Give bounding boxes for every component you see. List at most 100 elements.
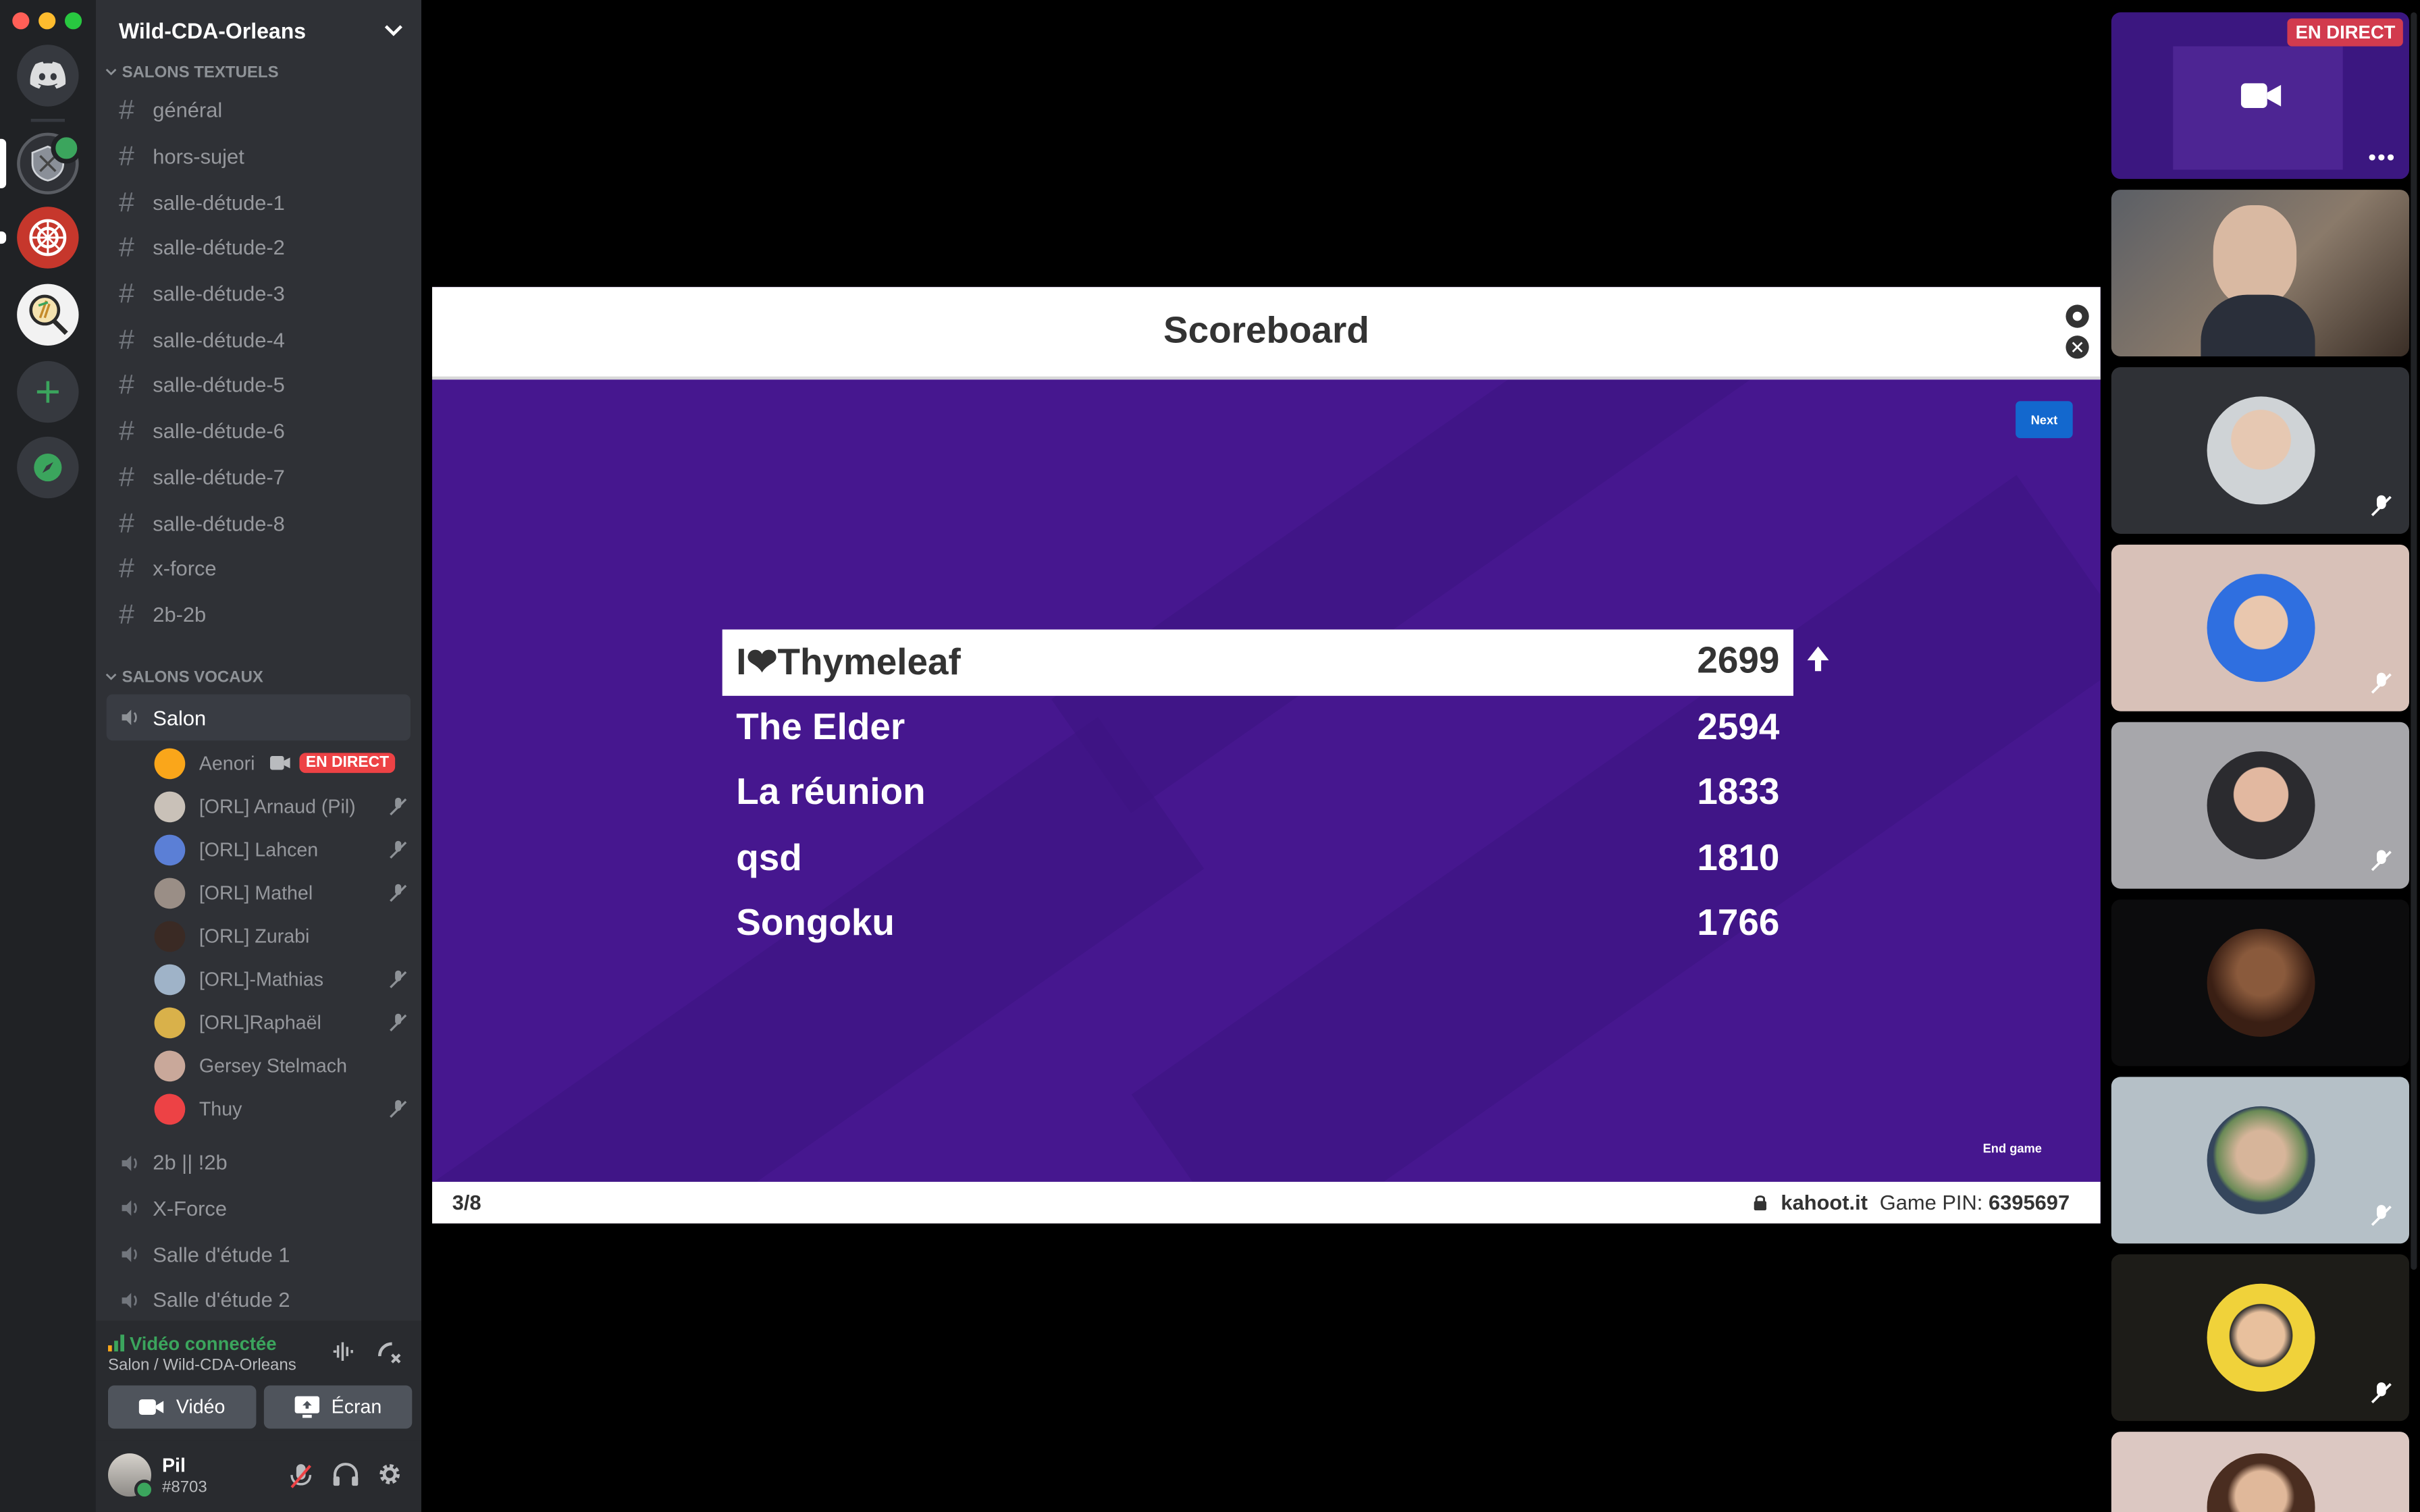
text-channel-item[interactable]: # salle-détude-3 <box>107 271 411 317</box>
hash-icon: # <box>118 598 134 630</box>
voice-user-name: [ORL] Arnaud (Pil) <box>199 796 356 818</box>
user-avatar <box>154 834 186 866</box>
speaker-icon <box>122 709 137 726</box>
voice-user-item[interactable]: Gersey Stelmach <box>154 1044 409 1087</box>
server-spiral-icon[interactable] <box>17 207 79 269</box>
participant-tile[interactable] <box>2111 899 2409 1066</box>
voice-user-item[interactable]: [ORL] Arnaud (Pil) <box>154 785 409 828</box>
discord-home-button[interactable] <box>17 45 79 107</box>
text-channel-item[interactable]: # salle-détude-7 <box>107 454 411 500</box>
voice-channels-category[interactable]: SALONS VOCAUX <box>96 667 421 688</box>
participant-tile[interactable] <box>2111 1077 2409 1244</box>
voice-channel-list: 2b || !2b X-Force Salle d'étude 1 Salle d'é… <box>96 1140 421 1323</box>
voice-user-item[interactable]: [ORL] Zurabi <box>154 915 409 958</box>
participant-avatar <box>2207 1453 2315 1512</box>
text-channel-item[interactable]: #2b-2b <box>107 592 411 638</box>
pin-label: Game PIN: <box>1879 1191 1983 1214</box>
category-label: SALONS TEXTUELS <box>122 63 279 82</box>
voice-user-item[interactable]: [ORL] Mathel <box>154 871 409 915</box>
settings-gear-icon[interactable] <box>377 1461 403 1488</box>
voice-channel-item[interactable]: 2b || !2b <box>107 1140 411 1186</box>
mic-muted-icon[interactable] <box>288 1463 313 1490</box>
settings-icon[interactable] <box>2065 304 2090 329</box>
user-avatar <box>154 921 186 952</box>
voice-channel-label: X-Force <box>153 1197 228 1220</box>
text-channel-item[interactable]: # salle-détude-5 <box>107 362 411 408</box>
user-avatar[interactable] <box>107 1453 155 1500</box>
screen-share-button[interactable]: Écran <box>263 1385 413 1429</box>
text-channel-item[interactable]: # salle-détude-2 <box>107 225 411 271</box>
text-channel-item[interactable]: # salle-détude-8 <box>107 500 411 546</box>
zoom-window-button[interactable] <box>64 12 82 30</box>
disconnect-icon[interactable] <box>375 1338 402 1366</box>
screen-share-stage[interactable]: Scoreboard Next I❤Thymeleaf 2699 The Elder… <box>431 287 2101 1224</box>
voice-user-name: Aenori <box>199 753 255 775</box>
add-server-button[interactable] <box>17 360 79 423</box>
mic-muted-icon <box>390 797 407 815</box>
voice-user-name: [ORL]Raphaël <box>199 1012 321 1034</box>
participant-tile[interactable] <box>2111 722 2409 889</box>
mic-muted-icon <box>390 970 407 988</box>
text-channels-category[interactable]: SALONS TEXTUELS <box>96 61 421 83</box>
voice-user-item[interactable]: Aenori EN DIRECT <box>154 742 409 785</box>
player-name: La réunion <box>736 772 926 814</box>
hash-icon: # <box>118 552 134 584</box>
rank-up-arrow-icon <box>1807 646 1829 672</box>
spiral-logo-icon <box>29 219 67 256</box>
server-wheat-icon[interactable] <box>17 284 79 346</box>
participant-tile[interactable] <box>2111 1254 2409 1422</box>
minimize-window-button[interactable] <box>38 12 56 30</box>
mic-muted-icon <box>390 1013 407 1031</box>
server-wild-cda-icon[interactable] <box>17 132 82 194</box>
voice-user-name: Gersey Stelmach <box>199 1055 347 1077</box>
player-score: 1833 <box>1697 772 1780 814</box>
fullscreen-icon[interactable] <box>2065 335 2090 360</box>
voice-user-item[interactable]: [ORL]Raphaël <box>154 1001 409 1044</box>
participant-tile[interactable] <box>2111 1432 2409 1512</box>
video-button[interactable]: Vidéo <box>107 1385 257 1429</box>
voice-channel-item[interactable]: Salle d'étude 2 <box>107 1278 411 1324</box>
explore-servers-button[interactable] <box>17 436 79 499</box>
text-channel-item[interactable]: # salle-détude-1 <box>107 180 411 225</box>
webcam-tile-arnaud[interactable] <box>2111 190 2409 356</box>
end-game-button[interactable]: End game <box>1983 1141 2042 1156</box>
server-header[interactable]: Wild-CDA-Orleans <box>96 0 421 61</box>
text-channel-label: général <box>153 99 223 123</box>
voice-channel-label: 2b || !2b <box>153 1151 228 1175</box>
username: Pil <box>161 1455 186 1477</box>
participant-tile[interactable] <box>2111 544 2409 711</box>
text-channel-item[interactable]: # salle-détude-4 <box>107 317 411 363</box>
stream-tile-aenori[interactable]: EN DIRECT <box>2111 12 2409 180</box>
text-channel-item[interactable]: # hors-sujet <box>107 134 411 180</box>
text-channel-item[interactable]: # x-force <box>107 546 411 592</box>
text-channel-item[interactable]: # général <box>107 88 411 134</box>
video-column-scrollbar[interactable] <box>2411 12 2417 1270</box>
close-window-button[interactable] <box>12 12 30 30</box>
hash-icon: # <box>118 323 134 355</box>
voice-channel-item[interactable]: Salle d'étude 1 <box>107 1232 411 1278</box>
voice-channel-salon[interactable]: Salon <box>106 695 411 740</box>
speaker-icon <box>122 1247 137 1263</box>
scoreboard-row: Songoku 1766 <box>722 892 1793 957</box>
mic-muted-icon <box>390 1100 407 1118</box>
hash-icon: # <box>118 94 134 126</box>
user-avatar <box>154 791 186 823</box>
voice-user-item[interactable]: Thuy <box>154 1087 409 1131</box>
next-button[interactable]: Next <box>2016 401 2073 439</box>
noise-suppression-icon[interactable] <box>332 1341 357 1362</box>
voice-status[interactable]: Vidéo connectée <box>107 1333 276 1355</box>
participant-tile[interactable] <box>2111 367 2409 534</box>
text-channel-label: salle-détude-3 <box>153 282 285 306</box>
voice-user-item[interactable]: [ORL]-Mathias <box>154 958 409 1001</box>
text-channel-item[interactable]: # salle-détude-6 <box>107 408 411 454</box>
user-avatar <box>154 1050 186 1082</box>
unread-indicator <box>0 231 7 244</box>
voice-channel-item[interactable]: X-Force <box>107 1186 411 1232</box>
more-options-icon[interactable] <box>2369 154 2394 161</box>
headphones-icon[interactable] <box>332 1463 359 1488</box>
scoreboard-title: Scoreboard <box>1163 310 1369 352</box>
hash-icon: # <box>118 461 134 492</box>
lock-icon <box>1754 1195 1767 1211</box>
hash-icon: # <box>118 277 134 309</box>
voice-user-item[interactable]: [ORL] Lahcen <box>154 828 409 871</box>
